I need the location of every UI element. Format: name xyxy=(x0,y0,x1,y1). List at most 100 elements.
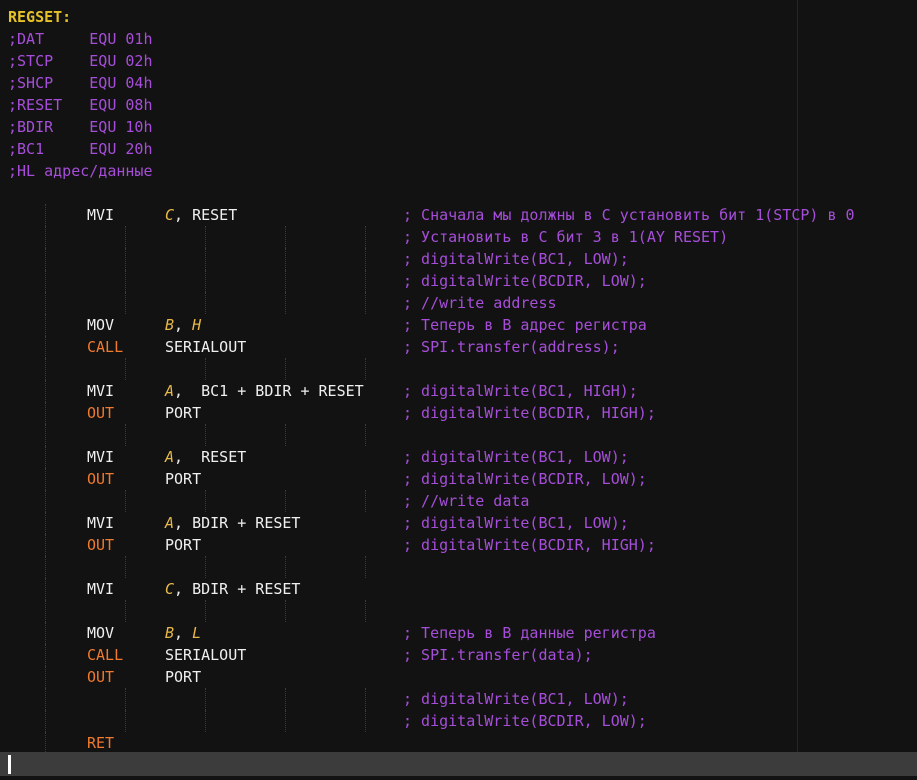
code-lines[interactable]: REGSET: ;DAT EQU 01h ;STCP EQU 02h ;SHCP EQ… xyxy=(0,6,917,754)
code-line[interactable]: MOV B, L ; Теперь в B данные регистра xyxy=(0,622,917,644)
code-line[interactable]: MVI A, BC1 + BDIR + RESET ; digitalWrite(B… xyxy=(0,380,917,402)
indent-guide xyxy=(45,688,46,710)
inline-comment: ; digitalWrite(BCDIR, LOW); xyxy=(403,272,647,290)
code-line[interactable]: ;BDIR EQU 10h xyxy=(0,116,917,138)
indent-guide xyxy=(45,732,46,754)
header-comment: ;DAT EQU 01h xyxy=(8,30,153,48)
code-line[interactable]: MVI A, RESET ; digitalWrite(BC1, LOW); xyxy=(0,446,917,468)
indent-guide xyxy=(365,710,366,732)
inline-comment: ; digitalWrite(BCDIR, HIGH); xyxy=(403,404,656,422)
code-line[interactable]: OUT PORT ; digitalWrite(BCDIR, HIGH); xyxy=(0,534,917,556)
indent-guide xyxy=(205,556,206,578)
code-line[interactable]: ; digitalWrite(BC1, LOW); xyxy=(0,688,917,710)
code-line[interactable]: ;BC1 EQU 20h xyxy=(0,138,917,160)
indent-guide xyxy=(205,248,206,270)
register-operand: H xyxy=(192,316,202,334)
indent-guide xyxy=(365,226,366,248)
code-line[interactable]: ;STCP EQU 02h xyxy=(0,50,917,72)
instruction-mnemonic: MVI xyxy=(87,206,115,224)
code-line[interactable]: OUT PORT ; digitalWrite(BCDIR, LOW); xyxy=(0,468,917,490)
code-line[interactable]: ;DAT EQU 01h xyxy=(0,28,917,50)
header-comment: ;BC1 EQU 20h xyxy=(8,140,153,158)
code-line[interactable]: OUT PORT ; digitalWrite(BCDIR, HIGH); xyxy=(0,402,917,424)
code-line[interactable]: ; digitalWrite(BC1, LOW); xyxy=(0,248,917,270)
code-line[interactable]: ; //write data xyxy=(0,490,917,512)
indent-guide xyxy=(365,424,366,446)
code-line[interactable] xyxy=(0,358,917,380)
code-line[interactable]: RET xyxy=(0,732,917,754)
inline-comment: ; //write address xyxy=(403,294,557,312)
header-comment: ;SHCP EQU 04h xyxy=(8,74,153,92)
indent-guide xyxy=(285,226,286,248)
inline-comment: ; SPI.transfer(data); xyxy=(403,646,593,664)
indent-guide xyxy=(285,556,286,578)
code-line[interactable] xyxy=(0,424,917,446)
code-line[interactable]: ; Установить в C бит 3 в 1(AY RESET) xyxy=(0,226,917,248)
code-editor[interactable]: REGSET: ;DAT EQU 01h ;STCP EQU 02h ;SHCP EQ… xyxy=(0,0,917,780)
code-line[interactable]: MVI C, RESET ; Сначала мы должны в C устан… xyxy=(0,204,917,226)
indent-guide xyxy=(365,490,366,512)
instruction-mnemonic: MVI xyxy=(87,514,115,532)
indent-guide xyxy=(365,358,366,380)
instruction-mnemonic: CALL xyxy=(87,646,124,664)
operand-text: , BDIR + RESET xyxy=(174,514,301,532)
code-line[interactable]: MOV B, H ; Теперь в B адрес регистра xyxy=(0,314,917,336)
instruction-mnemonic: MVI xyxy=(87,448,115,466)
instruction-operands: A, RESET xyxy=(165,446,246,468)
code-line[interactable]: MVI C, BDIR + RESET xyxy=(0,578,917,600)
instruction-operands: PORT xyxy=(165,536,202,554)
code-line[interactable] xyxy=(0,556,917,578)
register-operand: A xyxy=(165,514,175,532)
header-comment: ;STCP EQU 02h xyxy=(8,52,153,70)
indent-guide xyxy=(205,688,206,710)
indent-guide xyxy=(125,688,126,710)
instruction-mnemonic: CALL xyxy=(87,338,124,356)
inline-comment: ; digitalWrite(BC1, LOW); xyxy=(403,514,629,532)
indent-guide xyxy=(285,248,286,270)
instruction-operands: PORT xyxy=(165,668,202,686)
indent-guide xyxy=(45,512,46,534)
operand-text: , xyxy=(174,316,193,334)
code-line[interactable]: ;SHCP EQU 04h xyxy=(0,72,917,94)
code-label: REGSET: xyxy=(8,8,72,26)
indent-guide xyxy=(205,490,206,512)
indent-guide xyxy=(125,556,126,578)
indent-guide xyxy=(45,336,46,358)
indent-guide xyxy=(285,424,286,446)
operand-text: , RESET xyxy=(174,448,247,466)
instruction-mnemonic: OUT xyxy=(87,536,115,554)
code-line[interactable] xyxy=(0,600,917,622)
code-line[interactable]: ;RESET EQU 08h xyxy=(0,94,917,116)
instruction-operands: SERIALOUT xyxy=(165,338,247,356)
indent-guide xyxy=(45,666,46,688)
operand-text: , xyxy=(174,624,193,642)
code-line[interactable]: ;HL адрес/данные xyxy=(0,160,917,182)
code-line[interactable]: CALL SERIALOUT ; SPI.transfer(address); xyxy=(0,336,917,358)
instruction-operands: PORT xyxy=(165,470,202,488)
instruction-operands: PORT xyxy=(165,404,202,422)
indent-guide xyxy=(205,600,206,622)
indent-guide xyxy=(125,248,126,270)
instruction-operands: A, BC1 + BDIR + RESET xyxy=(165,380,364,402)
code-line[interactable] xyxy=(0,182,917,204)
code-line[interactable]: ; //write address xyxy=(0,292,917,314)
indent-guide xyxy=(285,292,286,314)
indent-guide xyxy=(45,314,46,336)
indent-guide xyxy=(45,644,46,666)
indent-guide xyxy=(45,358,46,380)
indent-guide xyxy=(205,710,206,732)
code-line[interactable]: MVI A, BDIR + RESET ; digitalWrite(BC1, LO… xyxy=(0,512,917,534)
indent-guide xyxy=(125,490,126,512)
code-line[interactable]: CALL SERIALOUT ; SPI.transfer(data); xyxy=(0,644,917,666)
inline-comment: ; SPI.transfer(address); xyxy=(403,338,620,356)
code-line[interactable]: OUT PORT xyxy=(0,666,917,688)
indent-guide xyxy=(45,270,46,292)
current-line-bar[interactable] xyxy=(0,752,917,776)
instruction-mnemonic: RET xyxy=(87,734,115,752)
code-line[interactable]: ; digitalWrite(BCDIR, LOW); xyxy=(0,710,917,732)
indent-guide xyxy=(45,380,46,402)
code-line[interactable]: ; digitalWrite(BCDIR, LOW); xyxy=(0,270,917,292)
inline-comment: ; digitalWrite(BC1, LOW); xyxy=(403,250,629,268)
indent-guide xyxy=(365,600,366,622)
code-line[interactable]: REGSET: xyxy=(0,6,917,28)
